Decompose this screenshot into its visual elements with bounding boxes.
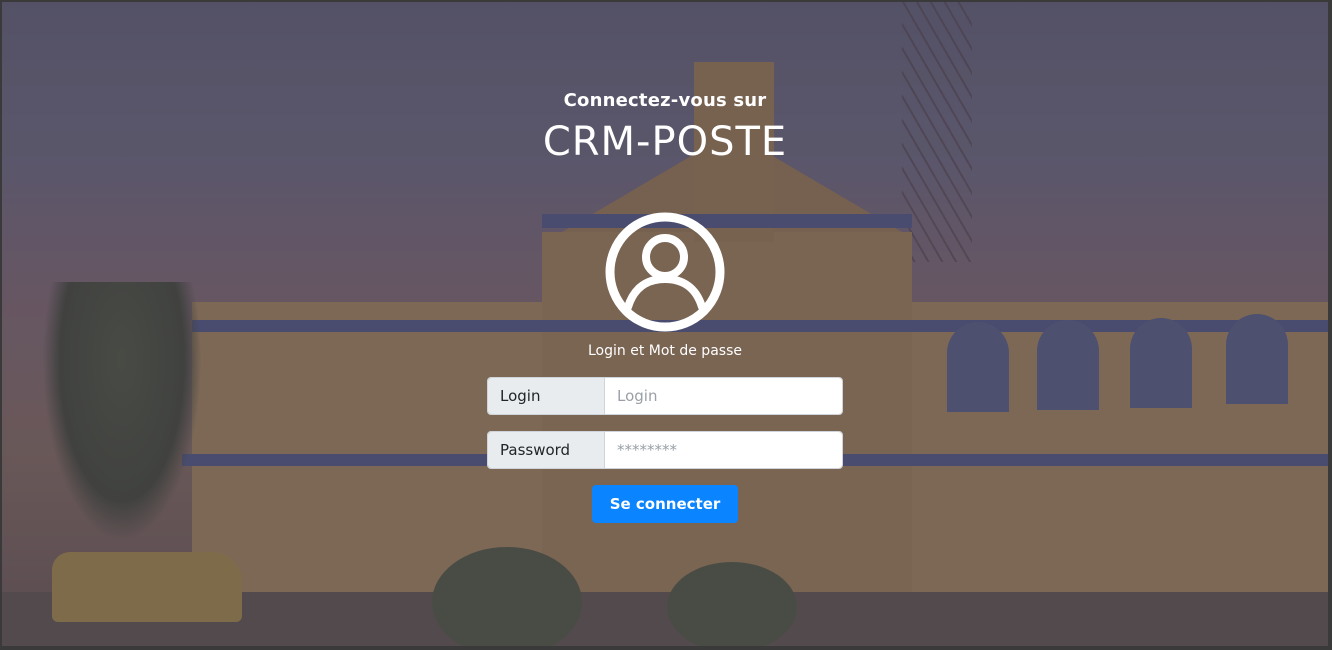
- page-title: CRM-POSTE: [542, 119, 788, 165]
- submit-row: Se connecter: [487, 485, 843, 523]
- login-form: Login Password Se connecter: [487, 377, 843, 523]
- password-input[interactable]: [605, 432, 842, 468]
- password-label: Password: [488, 432, 605, 468]
- password-input-group: Password: [487, 431, 843, 469]
- login-input-group: Login: [487, 377, 843, 415]
- user-circle-icon: [604, 211, 726, 333]
- login-page: Connectez-vous sur CRM-POSTE Login et Mo…: [2, 2, 1328, 646]
- login-panel: Connectez-vous sur CRM-POSTE Login et Mo…: [2, 2, 1328, 646]
- avatar-caption: Login et Mot de passe: [588, 343, 742, 359]
- login-input[interactable]: [605, 378, 842, 414]
- login-button[interactable]: Se connecter: [591, 485, 739, 523]
- login-label: Login: [488, 378, 605, 414]
- page-subtitle: Connectez-vous sur: [563, 90, 767, 111]
